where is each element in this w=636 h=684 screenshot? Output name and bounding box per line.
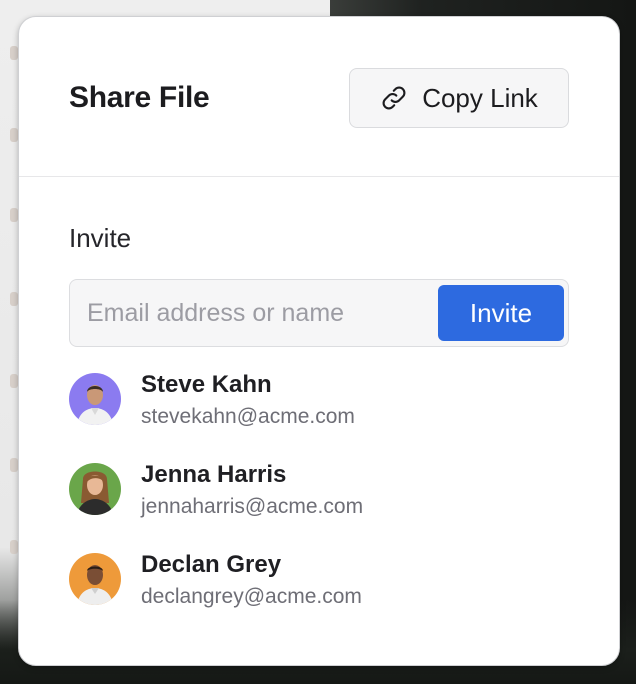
list-item[interactable]: Steve Kahn stevekahn@acme.com: [69, 369, 569, 459]
invite-button[interactable]: Invite: [438, 285, 564, 341]
background-element: [10, 208, 18, 222]
list-item[interactable]: Jenna Harris jennaharris@acme.com: [69, 459, 569, 549]
person-name: Steve Kahn: [141, 371, 272, 398]
avatar: [69, 373, 121, 425]
list-item[interactable]: Declan Grey declangrey@acme.com: [69, 549, 569, 639]
person-name: Jenna Harris: [141, 461, 287, 488]
avatar-icon: [69, 463, 121, 515]
dialog-title: Share File: [69, 81, 210, 114]
avatar: [69, 553, 121, 605]
dialog-header: Share File Copy Link: [19, 17, 619, 177]
avatar-icon: [69, 373, 121, 425]
person-email: declangrey@acme.com: [141, 585, 362, 608]
invite-input-group: Invite: [69, 279, 569, 347]
email-or-name-input[interactable]: [71, 281, 431, 345]
invited-people-list: Steve Kahn stevekahn@acme.com Jenna Harr…: [69, 369, 569, 639]
background-element: [10, 46, 18, 60]
background-element: [10, 292, 18, 306]
background-element: [10, 374, 18, 388]
avatar-icon: [69, 553, 121, 605]
share-file-dialog: Share File Copy Link Invite Invite: [18, 16, 620, 666]
person-email: jennaharris@acme.com: [141, 495, 364, 518]
invite-section-label: Invite: [69, 223, 132, 253]
background-element: [10, 128, 18, 142]
person-email: stevekahn@acme.com: [141, 405, 355, 428]
avatar: [69, 463, 121, 515]
copy-link-label: Copy Link: [422, 82, 538, 113]
copy-link-button[interactable]: Copy Link: [349, 68, 569, 128]
link-icon: [382, 86, 406, 110]
person-name: Declan Grey: [141, 551, 282, 578]
background-element: [10, 540, 18, 554]
background-element: [10, 458, 18, 472]
